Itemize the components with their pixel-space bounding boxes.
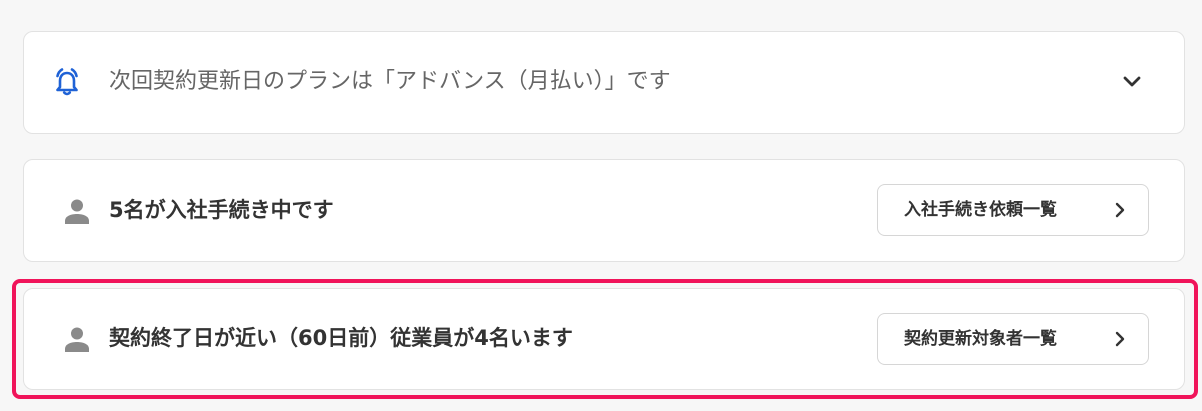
chevron-right-icon [1115, 331, 1125, 347]
contract-expiry-text: 契約終了日が近い（60日前）従業員が4名います [109, 326, 573, 350]
person-icon [65, 199, 89, 224]
plan-notice-text: 次回契約更新日のプランは「アドバンス（月払い）」です [109, 69, 671, 94]
person-icon [65, 327, 89, 352]
chevron-down-icon[interactable] [1116, 66, 1148, 98]
onboarding-list-button[interactable]: 入社手続き依頼一覧 [877, 184, 1149, 236]
onboarding-list-button-label: 入社手続き依頼一覧 [904, 200, 1057, 220]
onboarding-card: 5名が入社手続き中です 入社手続き依頼一覧 [23, 159, 1185, 262]
plan-notice-card: 次回契約更新日のプランは「アドバンス（月払い）」です [23, 31, 1185, 134]
contract-expiry-card: 契約終了日が近い（60日前）従業員が4名います 契約更新対象者一覧 [23, 288, 1185, 390]
onboarding-text: 5名が入社手続き中です [109, 198, 334, 222]
chevron-right-icon [1115, 202, 1125, 218]
contract-renewal-list-button[interactable]: 契約更新対象者一覧 [877, 313, 1149, 365]
contract-renewal-list-button-label: 契約更新対象者一覧 [904, 329, 1057, 349]
bell-icon [56, 68, 78, 96]
